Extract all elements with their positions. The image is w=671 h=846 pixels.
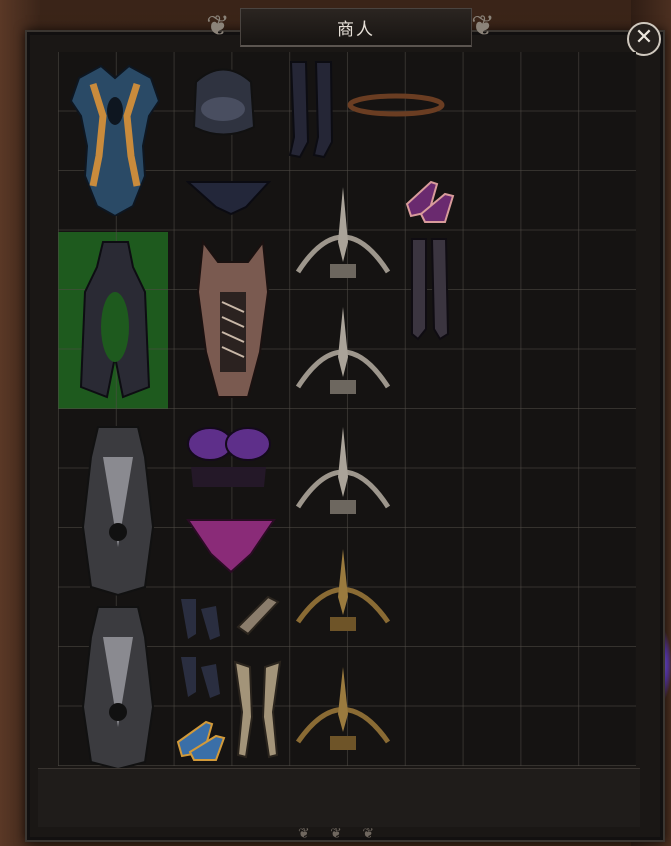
- blue-gold-bodysuit-icon[interactable]: [63, 56, 168, 216]
- laced-stockings-icon[interactable]: [408, 234, 453, 344]
- title-ornament-left-icon: ❦: [206, 9, 230, 42]
- window-title-text: 商人: [337, 19, 375, 40]
- spiked-crown-bronze-2-icon[interactable]: [288, 662, 398, 757]
- spiked-crown-silver-2-icon[interactable]: [288, 302, 398, 402]
- purple-panties-icon[interactable]: [186, 514, 276, 574]
- dark-leather-top-icon[interactable]: [186, 57, 261, 142]
- inventory-grid: [58, 52, 636, 771]
- close-icon: ✕: [634, 25, 654, 50]
- purple-bra-icon[interactable]: [186, 422, 271, 492]
- window-title: 商人: [240, 8, 472, 47]
- wrapped-bracers-icon[interactable]: [233, 592, 283, 637]
- dark-cutout-dress-icon[interactable]: [63, 237, 168, 402]
- brown-laced-corset-icon[interactable]: [188, 232, 278, 402]
- spiked-crown-bronze-icon[interactable]: [288, 547, 398, 637]
- bottom-ornament-icon: ❦ ❦ ❦: [297, 826, 383, 842]
- gray-corset-outfit-icon[interactable]: [73, 417, 163, 597]
- tan-leg-guards-icon[interactable]: [230, 657, 285, 762]
- purple-heels-icon[interactable]: [403, 172, 458, 227]
- blue-heels-icon[interactable]: [176, 712, 226, 762]
- bottom-panel: [38, 768, 640, 827]
- dark-thong-icon[interactable]: [186, 172, 271, 217]
- dark-gauntlets-2-icon[interactable]: [176, 652, 226, 702]
- spiked-crown-silver-icon[interactable]: [288, 182, 398, 287]
- thigh-boots-icon[interactable]: [286, 57, 341, 162]
- thorn-circlet-icon[interactable]: [346, 90, 446, 120]
- close-button[interactable]: ✕: [627, 22, 661, 56]
- dark-gauntlets-icon[interactable]: [176, 594, 226, 644]
- gray-corset-outfit-2-icon[interactable]: [73, 597, 163, 772]
- spiked-crown-silver-3-icon[interactable]: [288, 422, 398, 522]
- title-ornament-right-icon: ❦: [471, 9, 495, 42]
